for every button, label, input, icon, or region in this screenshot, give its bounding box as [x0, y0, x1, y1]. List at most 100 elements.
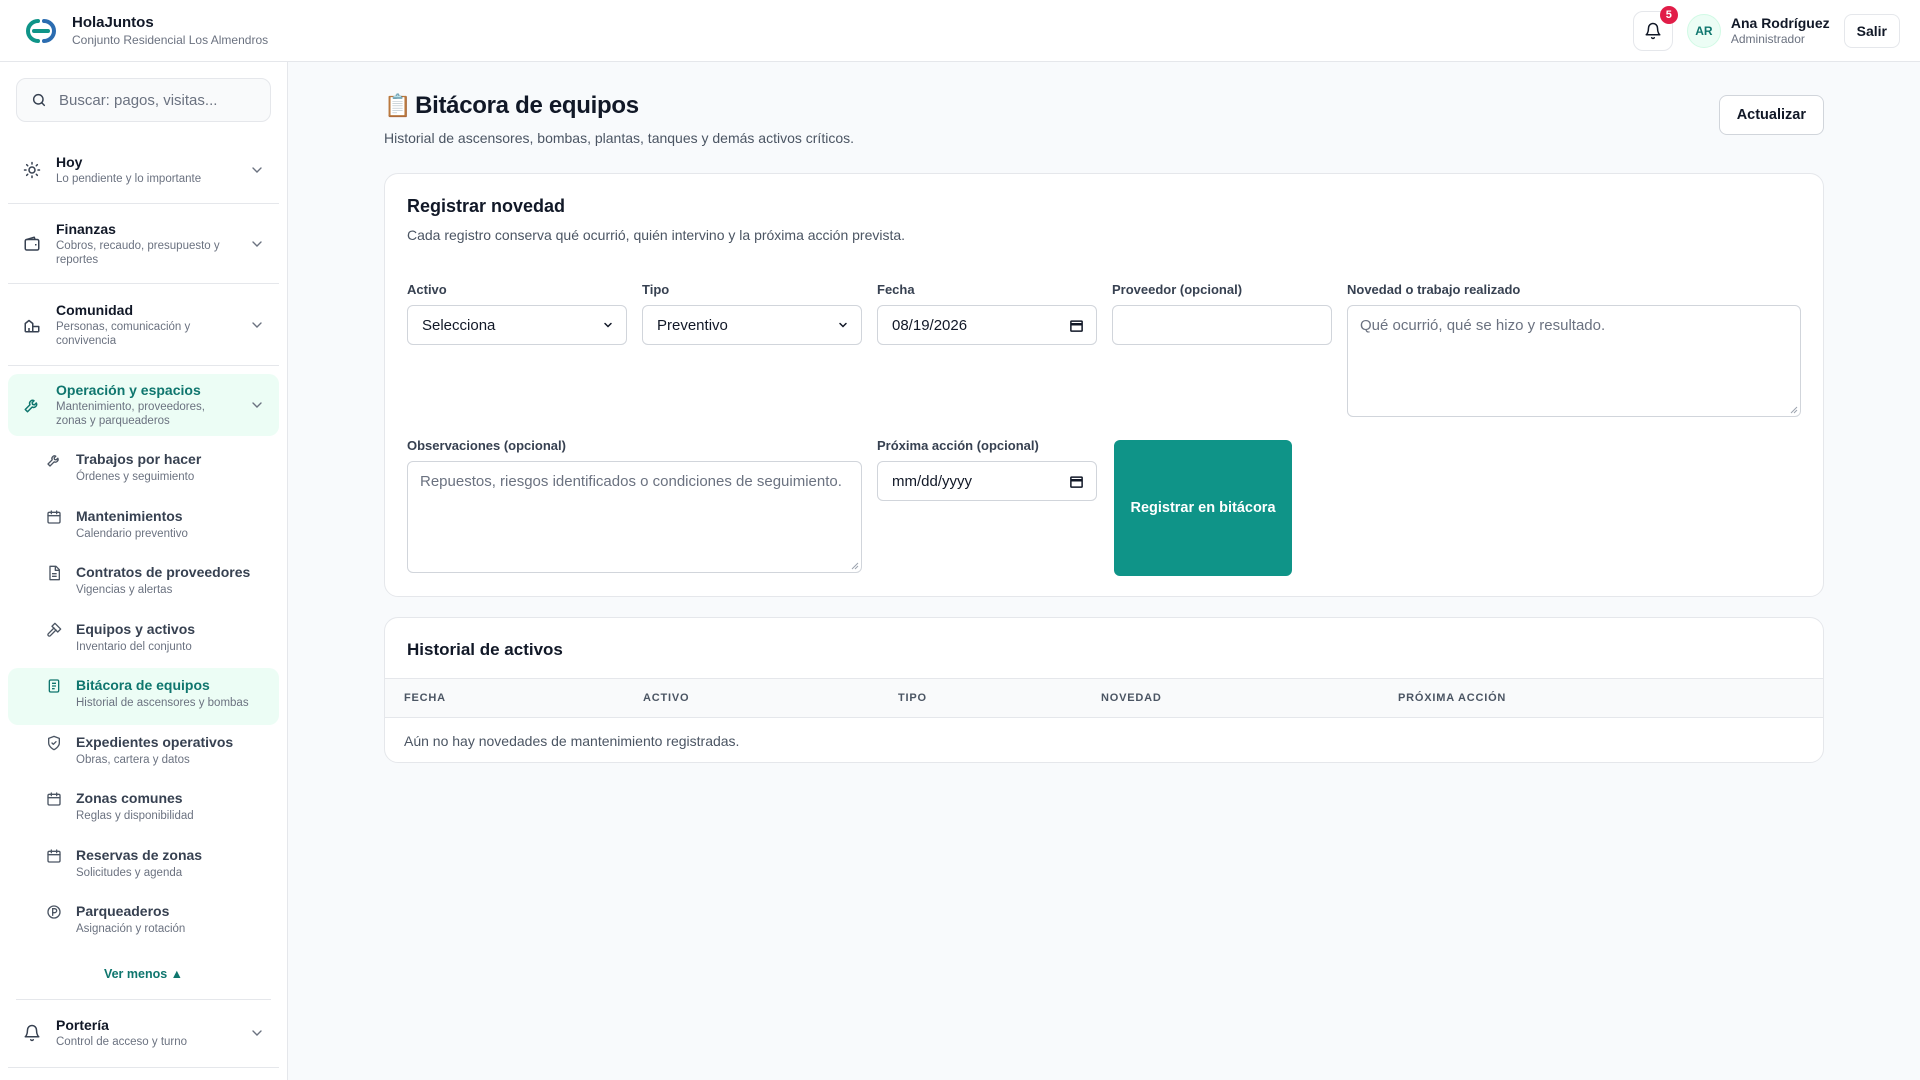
chevron-down-icon	[604, 322, 612, 328]
search-input[interactable]: Buscar: pagos, visitas...	[16, 78, 271, 122]
sidebar-item-label: Equipos y activos	[76, 620, 196, 637]
nav-group-subtitle: Lo pendiente y lo importante	[56, 172, 202, 185]
type-select[interactable]: Preventivo	[642, 305, 862, 345]
operacion-subnav: Trabajos por hacer Órdenes y seguimiento …	[8, 436, 279, 957]
page-description: Historial de ascensores, bombas, plantas…	[384, 130, 854, 146]
sidebar-item-label: Mantenimientos	[76, 507, 183, 524]
date-input[interactable]: 08/19/2026	[877, 305, 1097, 345]
user-name: Ana Rodríguez	[1730, 14, 1830, 31]
sidebar-item-subtitle: Órdenes y seguimiento	[76, 471, 195, 483]
sidebar-item-label: Trabajos por hacer	[76, 451, 202, 467]
notes-textarea[interactable]: Repuestos, riesgos identificados o condi…	[407, 461, 862, 573]
clipboard-icon: 📋	[384, 93, 412, 118]
shield-check-icon	[48, 735, 60, 750]
main-content: 📋 Bitácora de equipos Historial de ascen…	[289, 62, 1920, 1080]
calendar-icon	[47, 792, 61, 806]
page-header: 📋 Bitácora de equipos Historial de ascen…	[384, 92, 1824, 146]
calendar-icon[interactable]	[1069, 474, 1084, 489]
sidebar-item-contratos[interactable]: Contratos de proveedores Vigencias y aler…	[8, 555, 279, 612]
sidebar-item-subtitle: Vigencias y alertas	[76, 584, 173, 596]
sidebar: Buscar: pagos, visitas... Hoy Lo pendien…	[0, 62, 288, 1080]
avatar: AR	[1686, 13, 1721, 48]
sidebar-item-label: Bitácora de equipos	[76, 677, 210, 693]
history-title: Historial de activos	[407, 640, 563, 659]
clipboard-icon	[48, 679, 60, 693]
column-header-tipo[interactable]: TIPO	[879, 692, 1082, 704]
chevron-down-icon	[839, 322, 847, 328]
asset-select-value: Selecciona	[422, 316, 496, 334]
sidebar-item-label: Expedientes operativos	[76, 733, 234, 750]
column-header-proxima-accion[interactable]: PRÓXIMA ACCIÓN	[1379, 692, 1679, 704]
provider-input[interactable]	[1112, 305, 1332, 345]
empty-state: Aún no hay novedades de mantenimiento re…	[404, 733, 740, 749]
brand[interactable]: HolaJuntos Conjunto Residencial Los Alme…	[22, 14, 268, 48]
asset-field: Activo Selecciona	[407, 282, 627, 345]
hammer-icon	[47, 622, 62, 637]
sidebar-item-subtitle: Calendario preventivo	[76, 527, 188, 540]
nav-group-title: Comunidad	[56, 301, 133, 318]
chevron-down-icon	[252, 321, 262, 328]
calendar-icon	[47, 509, 61, 524]
user-menu[interactable]: AR Ana Rodríguez Administrador	[1686, 13, 1830, 48]
type-label: Tipo	[642, 282, 670, 297]
resize-handle-icon[interactable]	[851, 562, 859, 570]
sidebar-item-bitacora[interactable]: Bitácora de equipos Historial de ascensor…	[8, 668, 279, 725]
nav-group-finanzas[interactable]: Finanzas Cobros, recaudo, presupuesto y …	[8, 204, 279, 284]
work-textarea[interactable]: Qué ocurrió, qué se hizo y resultado.	[1347, 305, 1801, 417]
notification-badge: 5	[1659, 5, 1678, 24]
page-title: 📋 Bitácora de equipos	[384, 92, 1824, 120]
column-header-fecha[interactable]: FECHA	[385, 692, 624, 704]
work-label: Novedad o trabajo realizado	[1347, 282, 1521, 297]
nav-group-title: Finanzas	[56, 220, 116, 237]
user-role: Administrador	[1730, 31, 1805, 46]
column-header-activo[interactable]: ACTIVO	[624, 692, 879, 704]
next-action-date-value: mm/dd/yyyy	[892, 472, 973, 490]
sidebar-item-equipos[interactable]: Equipos y activos Inventario del conjunto	[8, 612, 279, 669]
sidebar-item-subtitle: Historial de ascensores y bombas	[76, 697, 249, 709]
chevron-down-icon	[252, 1030, 262, 1036]
calendar-icon	[47, 848, 61, 863]
sidebar-item-label: Parqueaderos	[76, 903, 170, 919]
sidebar-item-trabajos[interactable]: Trabajos por hacer Órdenes y seguimiento	[8, 442, 279, 499]
notes-field: Observaciones (opcional) Repuestos, ries…	[407, 438, 862, 573]
nav-group-subtitle: Mantenimiento, proveedores, zonas y parq…	[56, 401, 205, 427]
see-less-button[interactable]: Ver menos ▲	[16, 957, 271, 1000]
column-header-novedad[interactable]: NOVEDAD	[1082, 692, 1379, 704]
sidebar-item-mantenimientos[interactable]: Mantenimientos Calendario preventivo	[8, 499, 279, 556]
resize-handle-icon[interactable]	[1790, 406, 1798, 414]
sidebar-item-parqueaderos[interactable]: Parqueaderos Asignación y rotación	[8, 894, 279, 951]
type-field: Tipo Preventivo	[642, 282, 862, 345]
nav-group-comunidad[interactable]: Comunidad Personas, comunicación y convi…	[8, 284, 279, 366]
notifications-button[interactable]: 5	[1632, 5, 1678, 51]
calendar-icon[interactable]	[1069, 318, 1084, 333]
work-placeholder: Qué ocurrió, qué se hizo y resultado.	[1360, 317, 1606, 334]
notes-label: Observaciones (opcional)	[407, 438, 566, 453]
nav-group-operacion[interactable]: Operación y espacios Mantenimiento, prov…	[8, 374, 279, 436]
chevron-down-icon	[252, 402, 262, 408]
nav-group-porteria[interactable]: Portería Control de acceso y turno	[8, 1000, 279, 1068]
nav-group-hoy[interactable]: Hoy Lo pendiente y lo importante	[8, 136, 279, 204]
sidebar-item-label: Reservas de zonas	[76, 846, 203, 863]
sidebar-item-expedientes[interactable]: Expedientes operativos Obras, cartera y d…	[8, 725, 279, 782]
document-icon	[49, 565, 60, 581]
asset-label: Activo	[407, 282, 447, 297]
logout-button[interactable]: Salir	[1843, 13, 1900, 48]
date-label: Fecha	[877, 282, 915, 297]
sidebar-item-zonas[interactable]: Zonas comunes Reglas y disponibilidad	[8, 781, 279, 838]
nav-group-subtitle: Cobros, recaudo, presupuesto y reportes	[56, 239, 220, 266]
sidebar-item-label: Contratos de proveedores	[76, 564, 251, 580]
nav-group-title: Hoy	[56, 153, 83, 170]
sidebar-item-subtitle: Obras, cartera y datos	[76, 753, 190, 766]
nav-group-title: Operación y espacios	[56, 382, 201, 398]
refresh-button[interactable]: Actualizar	[1718, 95, 1824, 135]
asset-select[interactable]: Selecciona	[407, 305, 627, 345]
next-action-date-input[interactable]: mm/dd/yyyy	[877, 461, 1097, 501]
community-icon	[22, 315, 42, 335]
date-field: Fecha 08/19/2026	[877, 282, 1097, 345]
register-button[interactable]: Registrar en bitácora	[1114, 440, 1292, 576]
history-card: Historial de activos FECHA ACTIVO TIPO N…	[384, 617, 1824, 763]
sidebar-item-reservas[interactable]: Reservas de zonas Solicitudes y agenda	[8, 838, 279, 895]
sidebar-item-subtitle: Asignación y rotación	[76, 923, 186, 935]
sidebar-item-subtitle: Solicitudes y agenda	[76, 866, 183, 879]
nav-group-title: Portería	[56, 1017, 109, 1033]
